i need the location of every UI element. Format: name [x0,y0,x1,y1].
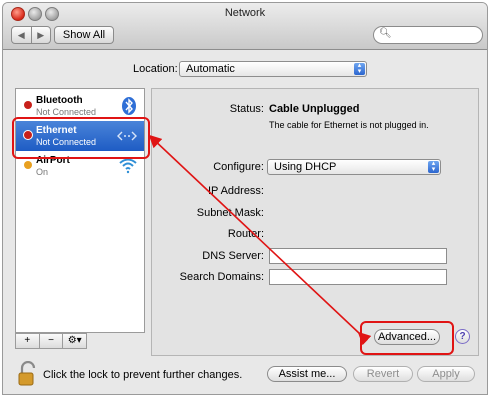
configure-label: Configure: [213,161,264,173]
network-preferences-window: Network ◀ ▶ Show All 🔍︎ Location: Automa… [2,2,488,395]
status-description: The cable for Ethernet is not plugged in… [269,120,429,130]
chevron-right-icon: ▶ [37,29,45,40]
title-bar: Network ◀ ▶ Show All 🔍︎ [3,3,487,50]
configure-value: Using DHCP [274,161,337,173]
search-domains-label: Search Domains: [179,271,264,283]
show-all-button[interactable]: Show All [54,26,114,44]
status-dot-icon [24,101,32,109]
popup-arrows-icon: ▴ ▾ [354,62,365,75]
service-details-panel: Status: Cable Unplugged The cable for Et… [151,88,479,356]
service-status: On [36,167,49,177]
service-list-toolbar: + − ⚙▾ [15,333,87,349]
forward-button[interactable]: ▶ [30,27,51,43]
help-button[interactable]: ? [455,329,470,344]
lock-icon[interactable] [17,360,39,390]
router-label: Router: [227,228,264,240]
action-menu-button[interactable]: ⚙▾ [62,334,86,348]
configure-popup[interactable]: Using DHCP ▴ ▾ [267,159,441,175]
location-value: Automatic [186,63,235,75]
annotation-highlight-ethernet [12,117,150,159]
location-popup[interactable]: Automatic ▴ ▾ [179,61,367,77]
add-service-button[interactable]: + [16,334,39,348]
ip-address-label: IP Address: [207,185,264,197]
assist-me-button[interactable]: Assist me... [267,366,347,382]
wifi-icon [118,156,138,177]
bluetooth-icon [120,96,138,119]
popup-arrows-icon: ▴ ▾ [428,160,439,173]
search-domains-field[interactable] [269,269,447,285]
apply-button[interactable]: Apply [417,366,475,382]
back-button[interactable]: ◀ [12,27,31,43]
service-status: Not Connected [36,107,97,117]
back-forward-control: ◀ ▶ [11,26,51,44]
search-icon: 🔍︎ [379,28,392,39]
lock-message: Click the lock to prevent further change… [43,369,243,381]
subnet-mask-label: Subnet Mask: [196,207,264,219]
dns-server-label: DNS Server: [202,250,264,262]
service-name: Bluetooth [36,95,83,106]
annotation-highlight-advanced [360,321,454,355]
location-label: Location: [133,63,178,75]
revert-button[interactable]: Revert [353,366,413,382]
status-dot-icon [24,161,32,169]
dns-server-field[interactable] [269,248,447,264]
window-title: Network [224,7,266,19]
status-label: Status: [229,103,264,115]
chevron-left-icon: ◀ [17,29,25,40]
remove-service-button[interactable]: − [38,334,63,348]
status-value: Cable Unplugged [269,103,360,115]
search-input[interactable]: 🔍︎ [373,26,483,44]
